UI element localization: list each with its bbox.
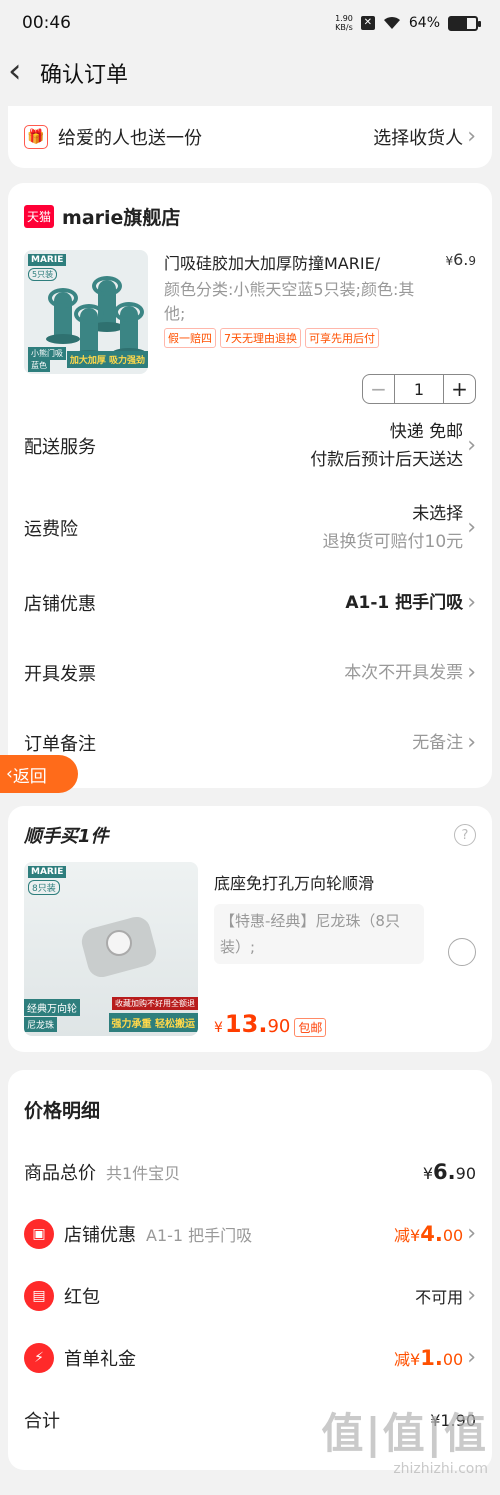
chevron-left-icon: ‹ [6,764,13,784]
price-shop-discount-row[interactable]: ▣ 店铺优惠 A1-1 把手门吸 减¥4.00 › [24,1203,476,1265]
chevron-right-icon: › [467,1345,476,1370]
chevron-right-icon: › [467,1283,476,1308]
service-tag: 7天无理由退换 [220,328,301,348]
store-icon: ▣ [24,1219,54,1249]
watermark: 值|值|值 zhizhizhi.com [321,1409,488,1477]
network-speed: 1.90 KB/s [335,14,353,32]
gift-label: 给爱的人也送一份 [58,128,202,149]
price-red-packet-row[interactable]: ▤ 红包 不可用 › [24,1265,476,1327]
chevron-right-icon: › [467,1221,476,1246]
help-icon[interactable]: ? [454,824,476,846]
product-sku: 颜色分类:小熊天空蓝5只装;颜色:其他; [164,280,415,323]
status-time: 00:46 [22,13,71,33]
price-total-row: 商品总价 共1件宝贝 ¥6.90 [24,1160,476,1184]
gift-icon: 🎁 [24,125,48,149]
tmall-badge: 天猫 [24,205,55,228]
product-title[interactable]: 门吸硅胶加大加厚防撞MARIE/ [164,250,420,274]
sim-off-icon: ✕ [360,16,375,30]
red-packet-icon: ▤ [24,1281,54,1311]
shop-card: 天猫 marie旗舰店 MARIE 5只装 小熊门吸 蓝色 加大加厚 吸力强劲 … [8,183,492,788]
door-stopper-figure [46,288,80,344]
add-on-price: ¥ 13. 90 包邮 [214,1010,327,1038]
price-first-order-row[interactable]: ⚡ 首单礼金 减¥1.00 › [24,1327,476,1389]
product-image[interactable]: MARIE 5只装 小熊门吸 蓝色 加大加厚 吸力强劲 [24,250,148,374]
add-on-sku: 【特惠-经典】尼龙珠（8只装）; [214,904,424,964]
shop-discount-row[interactable]: 店铺优惠 A1-1 把手门吸 › [24,568,476,638]
back-arrow-icon[interactable]: ‹ [8,54,34,88]
door-stopper-figure [112,302,146,358]
shop-discount-value: 减¥4.00 [394,1222,464,1246]
total-value: ¥6.90 [422,1160,476,1184]
battery-percent: 64% [408,15,440,31]
wifi-icon [383,16,400,29]
chevron-right-icon: › [467,590,476,615]
delivery-row[interactable]: 配送服务 快递 免邮 付款后预计后天送达 › [24,404,476,488]
battery-icon [448,15,481,31]
door-stopper-figure [90,276,124,332]
door-stopper-figure [72,304,106,360]
add-on-image[interactable]: MARIE 8只装 收藏加购不好用全额退 经典万向轮 尼龙珠 强力承重 轻松搬运 [24,862,198,1036]
service-tag: 可享先用后付 [305,328,379,348]
lightning-icon: ⚡ [24,1343,54,1373]
shop-name[interactable]: marie旗舰店 [62,203,180,230]
status-bar: 00:46 1.90 KB/s ✕ 64% [0,0,500,46]
service-tag: 假一赔四 [164,328,216,348]
gift-row[interactable]: 🎁 给爱的人也送一份 选择收货人 › [8,106,492,168]
select-recipient-link[interactable]: 选择收货人 [373,124,463,150]
chevron-right-icon: › [467,730,476,755]
page-title: 确认订单 [40,63,129,88]
invoice-row[interactable]: 开具发票 本次不开具发票 › [24,638,476,708]
first-order-value: 减¥1.00 [394,1346,464,1370]
chevron-right-icon: › [467,124,476,149]
chevron-right-icon: › [467,433,476,458]
add-on-select-radio[interactable] [448,938,476,966]
add-on-title: 顺手买1件 [24,826,109,847]
chevron-right-icon: › [467,515,476,540]
increment-button[interactable]: + [443,375,475,403]
product-price: ¥6.9 [445,250,476,269]
quantity-value[interactable]: 1 [395,380,443,399]
service-tags: 假一赔四 7天无理由退换 可享先用后付 [164,328,476,348]
free-shipping-badge: 包邮 [294,1018,327,1037]
price-detail-title: 价格明细 [24,1100,101,1122]
chevron-right-icon: › [467,660,476,685]
floating-back-button[interactable]: ‹ 返回 [0,755,78,793]
quantity-stepper: − 1 + [362,374,476,404]
add-on-name[interactable]: 底座免打孔万向轮顺滑 [214,870,476,894]
add-on-card: 顺手买1件 ? MARIE 8只装 收藏加购不好用全额退 经典万向轮 尼龙珠 强… [8,806,492,1052]
product-item: MARIE 5只装 小熊门吸 蓝色 加大加厚 吸力强劲 门吸硅胶加大加厚防撞MA… [24,250,476,404]
nav-bar: ‹ 确认订单 [0,46,500,100]
caster-wheel-figure [106,930,132,956]
order-note-row[interactable]: 订单备注 无备注 › [24,708,476,778]
shipping-insurance-row[interactable]: 运费险 未选择 退换货可赔付10元 › [24,488,476,568]
decrement-button[interactable]: − [363,375,395,403]
